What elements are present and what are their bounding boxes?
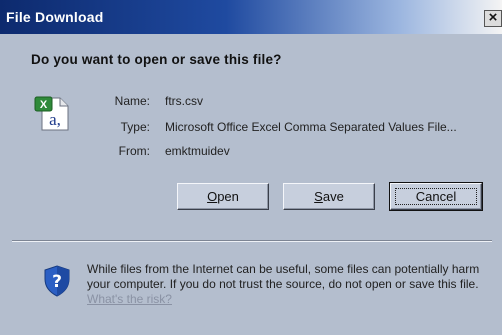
save-label: ave: [322, 189, 344, 204]
svg-text:?: ?: [52, 272, 62, 292]
title-bar[interactable]: File Download ×: [0, 0, 502, 34]
excel-csv-file-icon: X a,: [34, 96, 69, 131]
cancel-button[interactable]: Cancel: [389, 182, 483, 211]
window-title: File Download: [6, 9, 104, 25]
save-button[interactable]: Save: [283, 183, 375, 210]
whats-the-risk-link[interactable]: What's the risk?: [87, 292, 172, 306]
file-name-value: ftrs.csv: [165, 94, 203, 108]
shield-question-icon: ?: [44, 265, 70, 297]
file-download-dialog: File Download × Do you want to open or s…: [0, 0, 502, 335]
file-type-value: Microsoft Office Excel Comma Separated V…: [165, 120, 457, 134]
name-label: Name:: [114, 94, 150, 108]
open-label: pen: [217, 189, 239, 204]
close-button[interactable]: ×: [484, 10, 502, 27]
close-icon: ×: [488, 9, 498, 26]
open-button[interactable]: Open: [177, 183, 269, 210]
svg-text:a,: a,: [49, 110, 61, 129]
warning-text: While files from the Internet can be use…: [87, 262, 480, 291]
svg-text:X: X: [40, 99, 48, 111]
file-source-value: emktmuidev: [165, 144, 230, 158]
type-label: Type:: [120, 120, 150, 134]
from-label: From:: [118, 144, 150, 158]
focus-rectangle: [395, 188, 477, 205]
open-mnemonic: O: [207, 189, 218, 204]
security-warning: While files from the Internet can be use…: [87, 262, 492, 307]
divider-highlight: [12, 241, 492, 242]
save-mnemonic: S: [314, 189, 323, 204]
dialog-question: Do you want to open or save this file?: [31, 52, 282, 67]
